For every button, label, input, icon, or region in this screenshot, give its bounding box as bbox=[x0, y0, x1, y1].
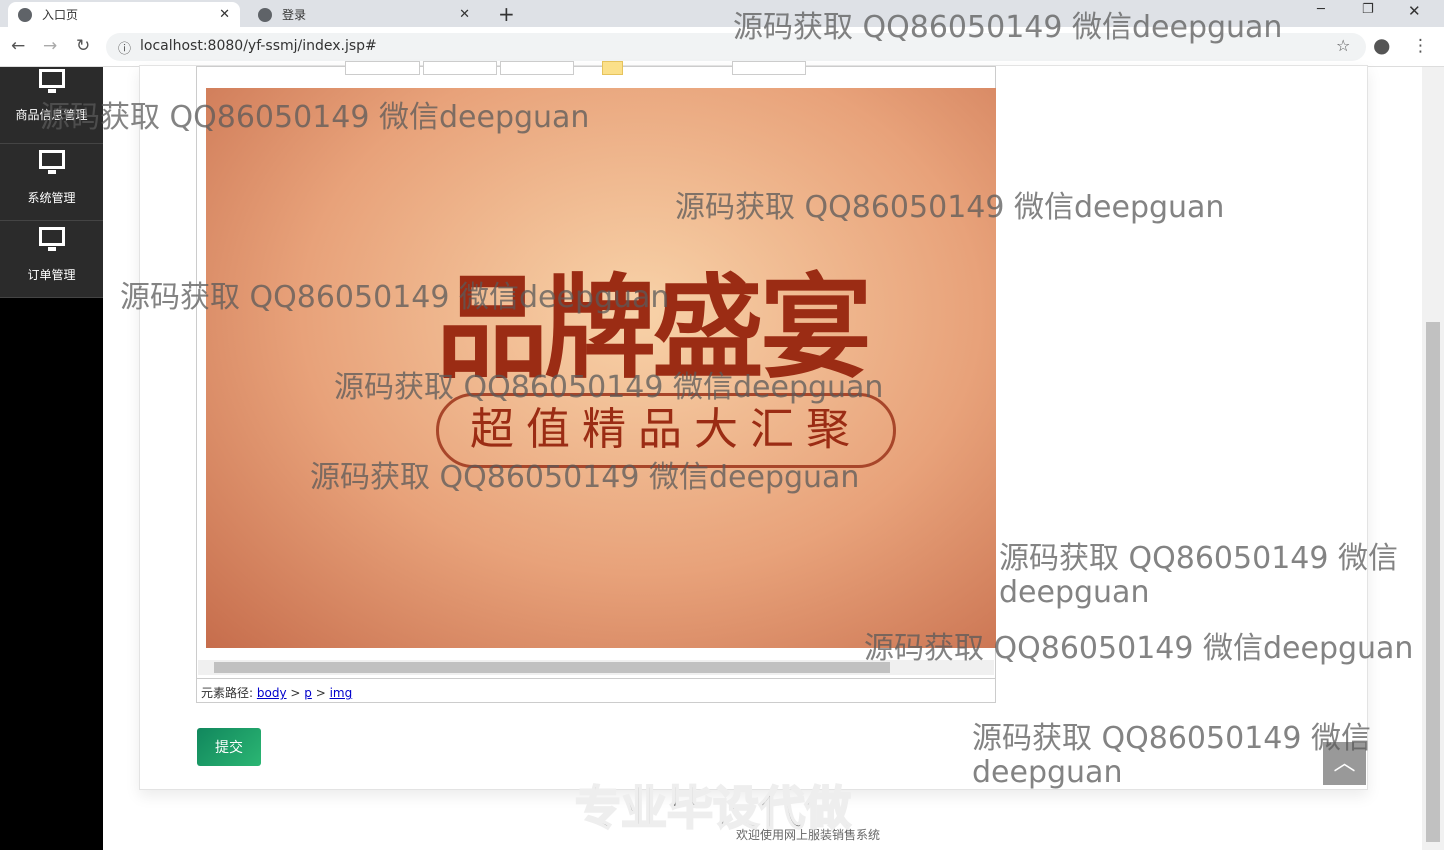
path-body-link[interactable]: body bbox=[257, 686, 287, 700]
globe-icon bbox=[18, 7, 32, 22]
toolbar-dropdown[interactable] bbox=[345, 61, 420, 75]
sidebar-item-label: 订单管理 bbox=[27, 268, 76, 282]
path-p-link[interactable]: p bbox=[304, 686, 312, 700]
tab-entry-page[interactable]: 入口页 ✕ bbox=[8, 2, 240, 27]
tab-label: 入口页 bbox=[42, 8, 79, 22]
reload-button[interactable]: ↻ bbox=[76, 36, 90, 56]
promo-banner-image[interactable]: 品牌盛宴 超值精品大汇聚 bbox=[206, 88, 996, 648]
rich-text-editor[interactable]: 品牌盛宴 超值精品大汇聚 元素路径: body > p > img bbox=[196, 61, 996, 706]
sidebar-item-system[interactable]: 系统管理 bbox=[0, 144, 103, 221]
main-content: 品牌盛宴 超值精品大汇聚 元素路径: body > p > img 提交 ︿ 欢… bbox=[103, 61, 1437, 850]
path-img-link[interactable]: img bbox=[330, 686, 353, 700]
sidebar: 商品信息管理 系统管理 订单管理 bbox=[0, 67, 103, 850]
tab-bar: 入口页 ✕ 登录 ✕ + ─ ❐ ✕ bbox=[0, 0, 1444, 27]
info-icon: ⓘ bbox=[118, 42, 132, 57]
monitor-icon bbox=[38, 150, 65, 174]
profile-icon[interactable]: ● bbox=[1373, 33, 1390, 57]
sidebar-item-orders[interactable]: 订单管理 bbox=[0, 221, 103, 298]
toolbar-dropdown[interactable] bbox=[500, 61, 574, 75]
restore-button[interactable]: ❐ bbox=[1362, 2, 1374, 17]
form-panel: 品牌盛宴 超值精品大汇聚 元素路径: body > p > img 提交 ︿ bbox=[139, 61, 1437, 790]
monitor-icon bbox=[38, 227, 65, 251]
menu-icon[interactable]: ⋮ bbox=[1412, 36, 1429, 56]
toolbar-dropdown[interactable] bbox=[732, 61, 806, 75]
banner-title: 品牌盛宴 bbox=[436, 263, 872, 394]
minimize-button[interactable]: ─ bbox=[1317, 2, 1325, 17]
banner-subtitle: 超值精品大汇聚 bbox=[436, 393, 896, 468]
close-tab-icon[interactable]: ✕ bbox=[219, 7, 230, 22]
sidebar-item-label: 系统管理 bbox=[27, 191, 76, 205]
monitor-icon bbox=[38, 69, 65, 93]
address-bar: ← → ↻ ⓘ localhost:8080/yf-ssmj/index.jsp#… bbox=[0, 27, 1444, 67]
path-label: 元素路径: bbox=[201, 686, 254, 700]
submit-button[interactable]: 提交 bbox=[197, 728, 261, 766]
tab-label: 登录 bbox=[282, 8, 307, 22]
url-text: localhost:8080/yf-ssmj/index.jsp# bbox=[140, 38, 377, 54]
globe-icon bbox=[258, 7, 272, 22]
url-input[interactable]: ⓘ localhost:8080/yf-ssmj/index.jsp# bbox=[106, 33, 1366, 61]
close-tab-icon[interactable]: ✕ bbox=[459, 7, 470, 22]
bookmark-star-icon[interactable]: ☆ bbox=[1336, 36, 1350, 55]
back-button[interactable]: ← bbox=[11, 36, 25, 56]
toolbar-dropdown[interactable] bbox=[423, 61, 497, 75]
close-window-button[interactable]: ✕ bbox=[1408, 2, 1421, 20]
element-path: 元素路径: body > p > img bbox=[197, 678, 995, 706]
watermark-banner: 专业毕设代做 bbox=[574, 780, 852, 836]
tab-login[interactable]: 登录 ✕ bbox=[248, 2, 480, 27]
sidebar-item-label: 商品信息管理 bbox=[15, 108, 88, 122]
toolbar-button[interactable] bbox=[602, 61, 623, 75]
forward-button[interactable]: → bbox=[43, 36, 57, 56]
back-to-top-button[interactable]: ︿ bbox=[1323, 742, 1366, 785]
new-tab-button[interactable]: + bbox=[498, 2, 515, 26]
page-scrollbar[interactable] bbox=[1422, 67, 1444, 850]
horizontal-scrollbar[interactable] bbox=[198, 660, 994, 675]
sidebar-item-product-info[interactable]: 商品信息管理 bbox=[0, 67, 103, 144]
